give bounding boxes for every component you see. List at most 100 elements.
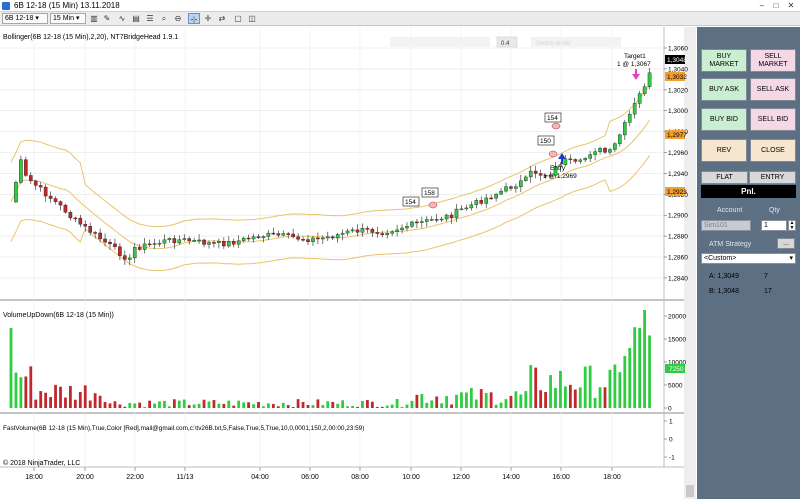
candle-body xyxy=(400,227,404,231)
order-price-tag[interactable]: 1,2977 xyxy=(665,130,687,139)
vertical-scrollbar[interactable] xyxy=(684,27,696,499)
candle-body xyxy=(222,240,226,247)
sell-bid-button[interactable]: SELL BID xyxy=(750,108,796,131)
sell-ask-button[interactable]: SELL ASK xyxy=(750,78,796,101)
volume-bar xyxy=(227,400,231,408)
candle-body xyxy=(177,239,182,244)
volume-tick-label: 5000 xyxy=(668,383,683,390)
candle-body xyxy=(395,229,399,232)
buy-ask-button[interactable]: BUY ASK xyxy=(701,78,747,101)
price-tick-label: 1,3020 xyxy=(668,87,688,94)
volume-bar xyxy=(375,406,379,408)
volume-bar xyxy=(484,393,488,408)
snapshot-icon[interactable]: ◫ xyxy=(246,13,258,24)
bid-price-label: B: 1,3048 xyxy=(709,288,739,295)
sell-market-button[interactable]: SELL MARKET xyxy=(750,49,796,72)
qty-input[interactable]: 1 xyxy=(761,220,787,231)
volume-bar xyxy=(539,390,543,408)
volume-bar xyxy=(252,404,255,408)
atm-strategy-select[interactable]: <Custom> ▾ xyxy=(701,253,796,264)
candle-body xyxy=(370,228,375,233)
instrument-selector[interactable]: 6B 12-18 ▾ xyxy=(2,13,48,24)
candle-body xyxy=(167,238,172,241)
trade-marker[interactable]: 154 xyxy=(402,196,420,207)
candle-body xyxy=(207,242,211,245)
candle-body xyxy=(618,134,622,144)
candle-body xyxy=(593,151,597,155)
crosshair-icon[interactable]: ⊹ xyxy=(188,13,200,24)
draw-tool-icon[interactable]: ✎ xyxy=(101,13,113,24)
lower-band-tag: 1,2923 xyxy=(665,187,687,196)
volume-bar xyxy=(370,401,374,408)
account-value: Sim101 xyxy=(704,222,728,229)
volume-bar xyxy=(242,402,246,408)
volume-bar xyxy=(494,404,498,408)
buy-market-button[interactable]: BUY MARKET xyxy=(701,49,747,72)
bar-type-icon[interactable]: ▥ xyxy=(88,13,100,24)
chevron-down-icon: ▾ xyxy=(789,255,793,262)
maximize-icon[interactable]: □ xyxy=(770,1,782,11)
volume-bar xyxy=(583,366,587,408)
volume-bar xyxy=(306,405,310,408)
price-tick-label: 1,2880 xyxy=(668,234,688,241)
volume-bar xyxy=(648,335,651,408)
candle-body xyxy=(469,204,474,209)
reverse-button[interactable]: REV xyxy=(701,139,747,162)
svg-text:1,3032: 1,3032 xyxy=(667,74,687,81)
candle-body xyxy=(19,159,23,183)
interval-selector[interactable]: 15 Min ▾ xyxy=(50,13,86,24)
candle-body xyxy=(425,219,429,222)
marker-label: 154 xyxy=(405,199,416,206)
volume-bar xyxy=(455,394,458,408)
volume-bar xyxy=(588,365,592,408)
chart-toolbar: 6B 12-18 ▾ 15 Min ▾ ▥ ✎ ∿ ▤ ☰ ⌕ ⊖ ⊹ ✛ ⇄ … xyxy=(0,12,800,26)
close-icon[interactable]: ✕ xyxy=(785,1,797,11)
candle-body xyxy=(598,147,602,152)
strategies-icon[interactable]: ▤ xyxy=(130,13,142,24)
candle-body xyxy=(306,239,310,242)
volume-bar xyxy=(291,406,295,408)
volume-bar xyxy=(163,400,166,408)
volume-bar xyxy=(286,405,290,408)
indicators-icon[interactable]: ∿ xyxy=(116,13,128,24)
volume-bar xyxy=(479,389,483,408)
buy-bid-button[interactable]: BUY BID xyxy=(701,108,747,131)
flat-tab[interactable]: FLAT xyxy=(701,171,748,184)
minimize-icon[interactable]: – xyxy=(756,1,768,11)
candle-body xyxy=(73,217,78,220)
close-position-button[interactable]: CLOSE xyxy=(750,139,796,162)
chart-trader-icon[interactable]: ⇄ xyxy=(216,13,228,24)
scrollbar-thumb[interactable] xyxy=(686,485,694,497)
volume-bar xyxy=(524,391,528,408)
volume-bar xyxy=(331,401,335,408)
volume-bar xyxy=(593,397,597,408)
qty-stepper[interactable]: ▲ ▼ xyxy=(788,220,796,231)
zoom-out-icon[interactable]: ⊖ xyxy=(172,13,184,24)
volume-bar xyxy=(296,399,300,408)
atm-options-button[interactable]: ... xyxy=(777,238,795,249)
candle-body xyxy=(390,231,394,234)
candle-body xyxy=(454,208,459,219)
volume-bar xyxy=(217,403,221,408)
last-price-tag: 1,3048 xyxy=(665,55,687,64)
price-chart[interactable]: 1,30601,30401,30201,30001,29801,29601,29… xyxy=(0,27,696,499)
target-label: Target1 xyxy=(624,53,646,60)
entry-tab[interactable]: ENTRY xyxy=(749,171,796,184)
trade-marker[interactable]: 154 xyxy=(544,112,562,123)
bid-size-value: 17 xyxy=(764,288,772,295)
candle-body xyxy=(613,143,617,150)
volume-bar xyxy=(489,392,493,408)
volume-bar xyxy=(474,399,478,408)
trade-marker[interactable]: 158 xyxy=(421,187,439,198)
global-crosshair-icon[interactable]: ✛ xyxy=(202,13,214,24)
candle-body xyxy=(519,180,523,187)
volume-bar xyxy=(39,391,43,408)
data-box-icon[interactable]: ▢ xyxy=(232,13,244,24)
zoom-icon[interactable]: ⌕ xyxy=(158,13,170,24)
chart-area[interactable]: 1,30601,30401,30201,30001,29801,29601,29… xyxy=(0,27,696,499)
volume-bar xyxy=(514,391,518,408)
candle-body xyxy=(98,232,102,240)
properties-icon[interactable]: ☰ xyxy=(144,13,156,24)
account-select[interactable]: Sim101 xyxy=(701,220,751,231)
trade-marker[interactable]: 150 xyxy=(537,135,555,146)
